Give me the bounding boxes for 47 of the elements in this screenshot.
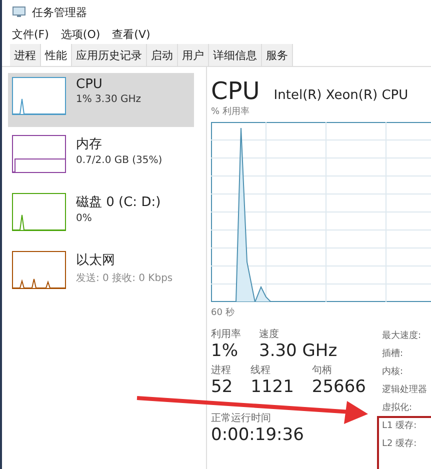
tab[interactable]: 用户 <box>178 44 209 66</box>
stat-value: 0:00:19:36 <box>211 425 305 445</box>
device-name: 以太网 <box>76 252 116 269</box>
chart-label: % 利用率 <box>211 106 250 118</box>
tab[interactable]: 详细信息 <box>209 44 262 66</box>
sidebar-item[interactable]: 内存 0.7/2.0 GB (35%) <box>8 131 194 185</box>
sidebar-item[interactable]: CPU 1% 3.30 GHz <box>8 73 194 127</box>
menu-item[interactable]: 查看(V) <box>112 26 150 42</box>
stat-label: 句柄 <box>312 364 333 377</box>
sidebar-item[interactable]: 磁盘 0 (C: D:) 0% <box>8 189 194 243</box>
cpu-heading: CPU <box>211 77 260 105</box>
spec-label: L2 缓存: <box>382 438 418 451</box>
spec-label: L1 缓存: <box>382 420 418 433</box>
tab[interactable]: 服务 <box>262 44 293 66</box>
spec-label: 逻辑处理器 <box>382 384 427 397</box>
stat-value: 1121 <box>250 377 294 397</box>
tab[interactable]: 启动 <box>147 44 178 66</box>
menu-item[interactable]: 选项(O) <box>60 26 100 42</box>
device-detail: 0% <box>76 213 93 224</box>
stat-label: 速度 <box>259 328 280 341</box>
device-name: CPU <box>76 77 104 92</box>
app-icon <box>12 6 26 18</box>
stat-value: 52 <box>211 377 233 397</box>
cpu-model: Intel(R) Xeon(R) CPU <box>274 88 408 103</box>
stat-label: 线程 <box>250 364 272 377</box>
window-title: 任务管理器 <box>32 4 87 20</box>
stat-value: 1% <box>211 341 239 361</box>
device-detail: 发送: 0 接收: 0 Kbps <box>76 272 173 285</box>
tab[interactable]: 应用历史记录 <box>72 44 147 66</box>
spec-label: 插槽: <box>382 348 404 361</box>
spec-label: 最大速度: <box>382 330 422 343</box>
highlight-frame <box>377 416 431 469</box>
device-name: 磁盘 0 (C: D:) <box>76 194 161 211</box>
device-detail: 0.7/2.0 GB (35%) <box>76 155 162 166</box>
stat-label: 正常运行时间 <box>211 412 272 425</box>
stat-value: 3.30 GHz <box>259 341 338 361</box>
stat-label: 进程 <box>211 364 232 377</box>
sidebar-item[interactable]: 以太网 发送: 0 接收: 0 Kbps <box>8 247 194 301</box>
spec-label: 内核: <box>382 366 404 379</box>
menu-item[interactable]: 文件(F) <box>12 26 49 42</box>
stat-value: 25666 <box>312 377 366 397</box>
tab[interactable]: 进程 <box>10 44 41 66</box>
time-label: 60 秒 <box>211 306 236 319</box>
spec-label: 虚拟化: <box>382 402 414 415</box>
stat-label: 利用率 <box>211 328 241 341</box>
device-detail: 1% 3.30 GHz <box>76 94 142 105</box>
device-name: 内存 <box>76 136 103 153</box>
